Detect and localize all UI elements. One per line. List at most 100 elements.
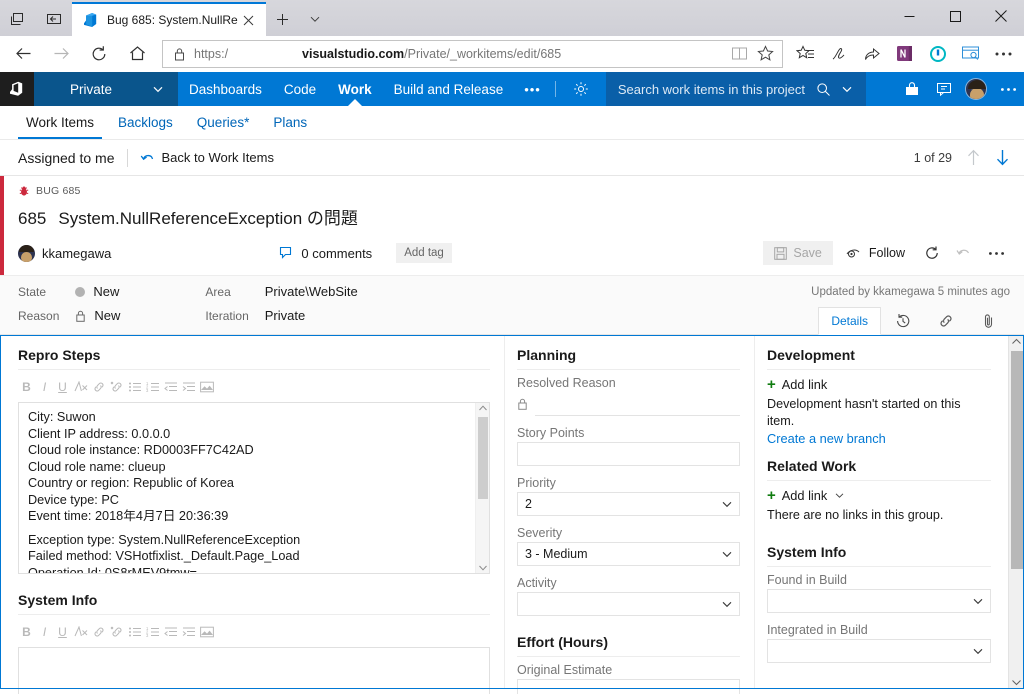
- favorite-star-icon[interactable]: [752, 41, 778, 67]
- unlink-icon[interactable]: [108, 378, 125, 396]
- ado-home-logo-icon[interactable]: [0, 72, 34, 106]
- tab-plans[interactable]: Plans: [261, 106, 319, 139]
- next-item-icon[interactable]: [995, 149, 1010, 166]
- remove-format-icon[interactable]: [72, 623, 89, 641]
- tab-work-items[interactable]: Work Items: [14, 106, 106, 139]
- found-in-build-select[interactable]: [767, 589, 991, 613]
- page-scrollbar[interactable]: [1008, 335, 1024, 689]
- image-icon[interactable]: [198, 623, 215, 641]
- set-aside-tabs-button[interactable]: [36, 2, 72, 36]
- previous-item-icon[interactable]: [966, 149, 981, 166]
- repro-steps-scrollbar[interactable]: [475, 403, 489, 573]
- numbered-list-icon[interactable]: 123: [144, 378, 161, 396]
- tab-close-icon[interactable]: [238, 9, 260, 31]
- page-title[interactable]: System.NullReferenceException の問題: [58, 204, 358, 229]
- italic-icon[interactable]: I: [36, 623, 53, 641]
- refresh-icon[interactable]: [918, 240, 946, 266]
- link-icon[interactable]: [90, 378, 107, 396]
- scroll-up-icon[interactable]: [1012, 335, 1021, 348]
- outdent-icon[interactable]: [162, 623, 179, 641]
- undo-icon[interactable]: [950, 240, 978, 266]
- browser-tab[interactable]: Bug 685: System.NullRe: [72, 2, 266, 36]
- user-avatar[interactable]: [960, 78, 992, 100]
- priority-select[interactable]: 2: [517, 492, 740, 516]
- story-points-input[interactable]: [517, 442, 740, 466]
- create-new-branch-link[interactable]: Create a new branch: [767, 431, 991, 446]
- underline-icon[interactable]: U: [54, 378, 71, 396]
- add-tag-button[interactable]: Add tag: [396, 243, 452, 263]
- underline-icon[interactable]: U: [54, 623, 71, 641]
- activity-select[interactable]: [517, 592, 740, 616]
- web-note-icon[interactable]: [822, 38, 855, 70]
- reading-view-icon[interactable]: [726, 41, 752, 67]
- nav-item-code[interactable]: Code: [273, 72, 327, 106]
- tab-preview-button[interactable]: [0, 2, 36, 36]
- follow-button[interactable]: Follow: [837, 241, 914, 265]
- system-info-editor[interactable]: [18, 647, 490, 694]
- favorites-hub-icon[interactable]: [789, 38, 822, 70]
- more-icon[interactable]: [987, 38, 1020, 70]
- comments-count[interactable]: 0 comments: [279, 246, 372, 261]
- link-icon[interactable]: [90, 623, 107, 641]
- unlink-icon[interactable]: [108, 623, 125, 641]
- tab-details[interactable]: Details: [818, 307, 881, 335]
- repro-steps-editor[interactable]: City: Suwon Client IP address: 0.0.0.0 C…: [18, 402, 490, 574]
- development-add-link-button[interactable]: + Add link: [767, 377, 991, 392]
- state-value[interactable]: New: [75, 284, 120, 299]
- outdent-icon[interactable]: [162, 378, 179, 396]
- remove-format-icon[interactable]: [72, 378, 89, 396]
- bullet-list-icon[interactable]: [126, 623, 143, 641]
- ado-more-icon[interactable]: [992, 87, 1024, 92]
- tab-queries[interactable]: Queries*: [185, 106, 262, 139]
- iteration-value[interactable]: Private: [265, 308, 358, 323]
- close-icon[interactable]: [978, 0, 1024, 32]
- tab-history[interactable]: [881, 307, 924, 335]
- onenote-icon[interactable]: [888, 38, 921, 70]
- indent-icon[interactable]: [180, 378, 197, 396]
- severity-select[interactable]: 3 - Medium: [517, 542, 740, 566]
- nav-item-dashboards[interactable]: Dashboards: [178, 72, 273, 106]
- scroll-down-icon[interactable]: [478, 563, 487, 573]
- forward-arrow-icon[interactable]: [42, 38, 80, 70]
- chevron-down-icon[interactable]: [300, 2, 330, 36]
- tab-attachments[interactable]: [967, 307, 1010, 335]
- search-input[interactable]: Search work items in this project: [605, 72, 866, 106]
- refresh-icon[interactable]: [80, 38, 118, 70]
- minimize-icon[interactable]: [886, 0, 932, 32]
- settings-gear-icon[interactable]: [560, 72, 602, 106]
- tab-links[interactable]: [924, 307, 967, 335]
- indent-icon[interactable]: [180, 623, 197, 641]
- scroll-up-icon[interactable]: [478, 403, 487, 413]
- feedback-icon[interactable]: [954, 38, 987, 70]
- numbered-list-icon[interactable]: 123: [144, 623, 161, 641]
- search-icon[interactable]: [816, 82, 831, 97]
- scroll-thumb[interactable]: [1011, 351, 1023, 569]
- scroll-down-icon[interactable]: [1012, 676, 1021, 689]
- marketplace-icon[interactable]: [896, 81, 928, 97]
- bold-icon[interactable]: B: [18, 378, 35, 396]
- bold-icon[interactable]: B: [18, 623, 35, 641]
- area-value[interactable]: Private\WebSite: [265, 284, 358, 299]
- cortana-icon[interactable]: [921, 38, 954, 70]
- share-icon[interactable]: [855, 38, 888, 70]
- image-icon[interactable]: [198, 378, 215, 396]
- back-to-work-items-button[interactable]: Back to Work Items: [140, 150, 274, 165]
- home-icon[interactable]: [118, 38, 156, 70]
- assigned-to-field[interactable]: kkamegawa: [18, 244, 111, 262]
- italic-icon[interactable]: I: [36, 378, 53, 396]
- original-estimate-input[interactable]: [517, 679, 740, 694]
- tab-backlogs[interactable]: Backlogs: [106, 106, 185, 139]
- nav-item-work[interactable]: Work: [327, 72, 383, 106]
- related-work-add-link-button[interactable]: + Add link: [767, 488, 991, 503]
- bullet-list-icon[interactable]: [126, 378, 143, 396]
- integrated-in-build-select[interactable]: [767, 639, 991, 663]
- nav-item-build-and-release[interactable]: Build and Release: [383, 72, 515, 106]
- new-tab-button[interactable]: [266, 2, 300, 36]
- save-button[interactable]: Save: [763, 241, 833, 265]
- help-feedback-icon[interactable]: [928, 81, 960, 97]
- address-bar[interactable]: https:/ visualstudio.com/Private/_workite…: [162, 39, 783, 68]
- project-selector[interactable]: Private: [34, 72, 179, 106]
- scroll-thumb[interactable]: [478, 417, 488, 499]
- search-scope-chevron-icon[interactable]: [841, 83, 853, 95]
- workitem-more-icon[interactable]: [982, 240, 1010, 266]
